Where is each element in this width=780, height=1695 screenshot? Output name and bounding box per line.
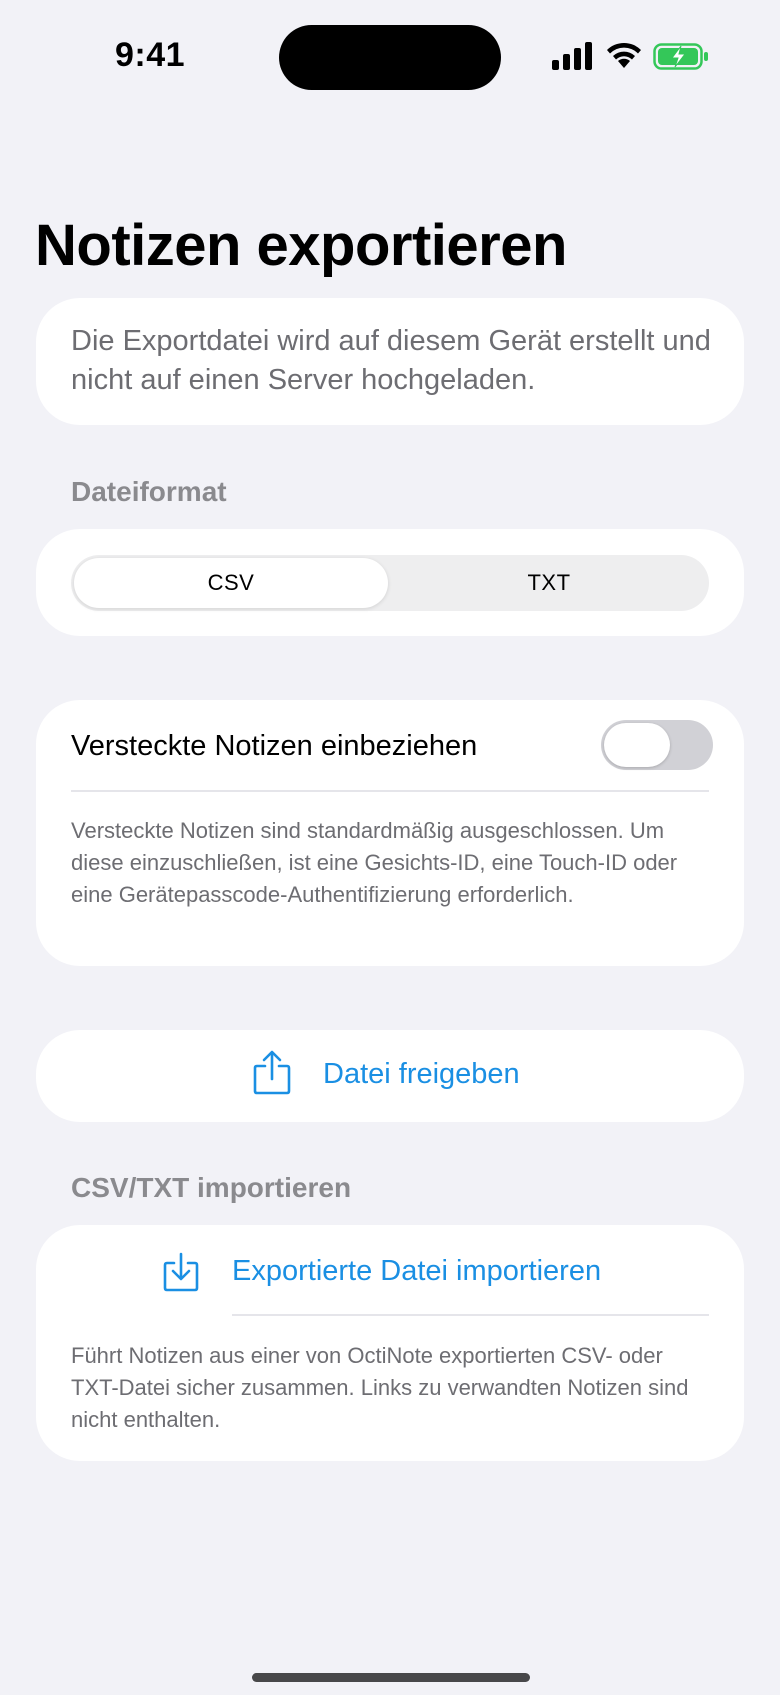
format-segmented-control[interactable]: CSV TXT bbox=[71, 555, 709, 611]
section-header-file-format: Dateiformat bbox=[71, 476, 227, 507]
toggle-knob bbox=[604, 723, 670, 767]
info-card: Die Exportdatei wird auf diesem Gerät er… bbox=[36, 298, 744, 425]
divider bbox=[71, 790, 709, 792]
share-icon bbox=[253, 1050, 291, 1095]
import-file-button[interactable]: Exportierte Datei importieren bbox=[36, 1225, 744, 1317]
divider bbox=[232, 1314, 709, 1316]
page-title: Notizen exportieren bbox=[35, 213, 567, 278]
import-file-label: Exportierte Datei importieren bbox=[232, 1255, 602, 1287]
hidden-notes-toggle[interactable] bbox=[601, 720, 713, 770]
hidden-notes-card: Versteckte Notizen einbeziehen Versteckt… bbox=[36, 700, 744, 966]
wifi-icon bbox=[607, 42, 641, 68]
home-indicator[interactable] bbox=[252, 1673, 530, 1682]
info-text: Die Exportdatei wird auf diesem Gerät er… bbox=[71, 325, 711, 396]
section-header-import: CSV/TXT importieren bbox=[71, 1172, 352, 1203]
share-file-label: Datei freigeben bbox=[323, 1058, 520, 1090]
cellular-signal-icon bbox=[552, 42, 592, 70]
segment-csv[interactable]: CSV bbox=[74, 558, 388, 608]
import-footnote: Führt Notizen aus einer von OctiNote exp… bbox=[71, 1343, 689, 1432]
dynamic-island bbox=[279, 25, 501, 90]
hidden-notes-footnote: Versteckte Notizen sind standardmäßig au… bbox=[71, 818, 678, 907]
hidden-notes-label: Versteckte Notizen einbeziehen bbox=[71, 730, 478, 762]
share-file-button[interactable]: Datei freigeben bbox=[36, 1030, 744, 1122]
status-time: 9:41 bbox=[115, 36, 186, 74]
import-card: Exportierte Datei importieren Führt Noti… bbox=[36, 1225, 744, 1461]
segment-txt[interactable]: TXT bbox=[392, 558, 706, 608]
import-icon bbox=[163, 1252, 199, 1292]
battery-charging-icon bbox=[653, 43, 708, 70]
format-card: CSV TXT bbox=[36, 529, 744, 636]
